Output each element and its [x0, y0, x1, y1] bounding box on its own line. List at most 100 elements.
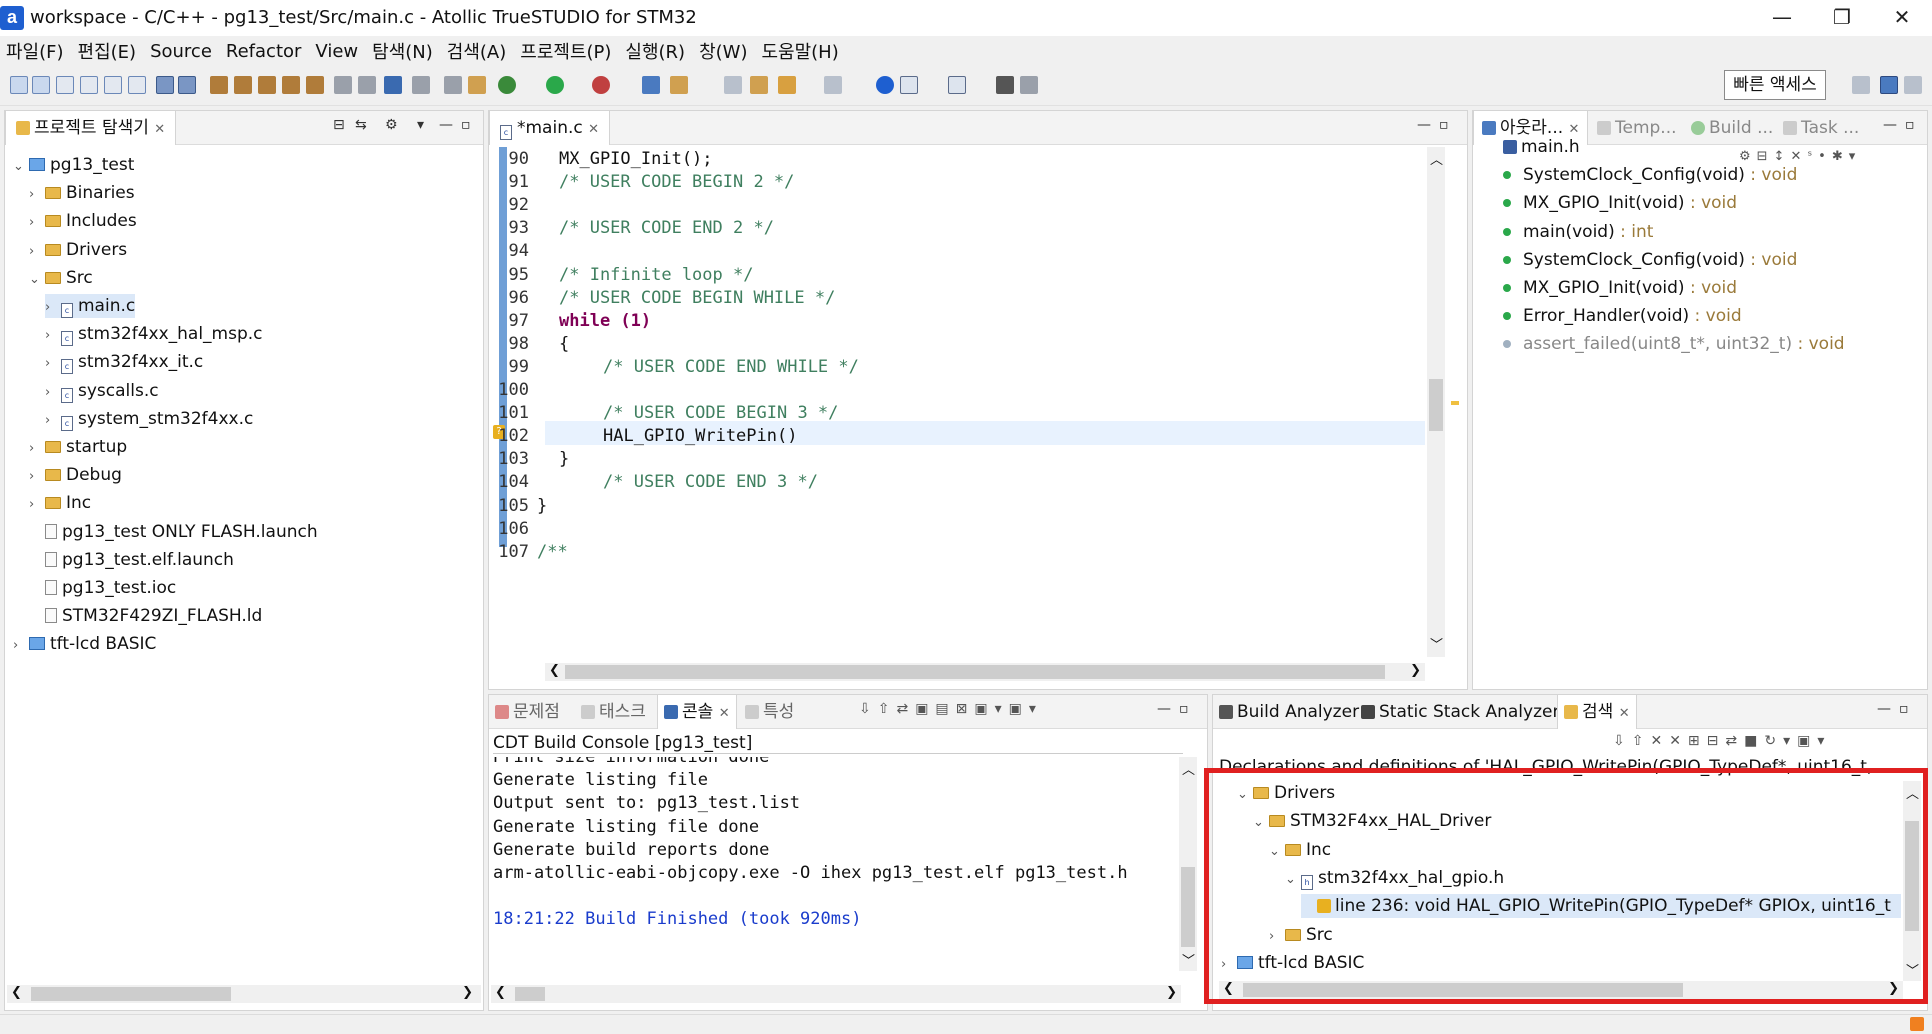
outline-item[interactable]: main.h — [1503, 135, 1580, 159]
console-vscrollbar[interactable]: ︿ ﹀ — [1179, 757, 1197, 971]
console-output[interactable]: Print size information done Generate list… — [489, 757, 1179, 967]
toggle-comment-icon[interactable] — [444, 76, 462, 94]
tab-templates[interactable]: Temp... — [1597, 111, 1677, 145]
new-header-icon[interactable] — [56, 76, 74, 94]
tree-item-stm32f429zi-flash-ld[interactable]: STM32F429ZI_FLASH.ld — [29, 604, 262, 628]
tree-item-src[interactable]: ⌄ Src — [29, 266, 93, 290]
tab-static-stack-analyzer[interactable]: Static Stack Analyzer — [1361, 695, 1559, 729]
outline-item[interactable]: Error_Handler(void) : void — [1503, 304, 1742, 328]
menu-edit[interactable]: 편집(E) — [78, 38, 137, 64]
chevron-icon[interactable]: › — [29, 493, 45, 517]
console-icon[interactable] — [384, 76, 402, 94]
minimize-button[interactable]: — — [1752, 0, 1812, 36]
minimize-icon[interactable]: — — [1877, 701, 1891, 717]
chevron-icon[interactable]: ⌄ — [29, 268, 45, 292]
tab-tasks[interactable]: 태스크 — [581, 695, 646, 729]
new-source-icon[interactable] — [32, 76, 50, 94]
search-icon[interactable] — [670, 76, 688, 94]
tab-build-targets[interactable]: Build ... — [1691, 111, 1773, 145]
chevron-icon[interactable]: › — [45, 352, 61, 376]
tree-item-pg13-test-ioc[interactable]: pg13_test.ioc — [29, 576, 176, 600]
tree-item-binaries[interactable]: › Binaries — [29, 181, 135, 205]
fullscreen-icon[interactable] — [996, 76, 1014, 94]
window-icon[interactable] — [900, 76, 918, 94]
tree-item-pg13-test[interactable]: ⌄ pg13_test — [13, 153, 134, 177]
notification-icon[interactable] — [1910, 1017, 1924, 1031]
link-editor-icon[interactable]: ⇆ — [355, 117, 367, 133]
tree-item-includes[interactable]: › Includes — [29, 209, 137, 233]
menu-file[interactable]: 파일(F) — [6, 38, 64, 64]
tree-item-drivers[interactable]: › Drivers — [29, 238, 127, 262]
collapse-all-icon[interactable]: ⊟ — [333, 117, 345, 133]
outline-item[interactable]: MX_GPIO_Init(void) : void — [1503, 276, 1737, 300]
tab-build-analyzer[interactable]: Build Analyzer — [1219, 695, 1359, 729]
build-icon[interactable] — [210, 76, 228, 94]
console-toolbar-icons[interactable]: ⇩⇧⇄▣▤⊠▣▾▣▾ — [859, 701, 1159, 721]
navigate-icon[interactable] — [724, 76, 742, 94]
rebuild-icon[interactable] — [258, 76, 276, 94]
info-icon[interactable] — [876, 76, 894, 94]
minimize-icon[interactable]: — — [1883, 117, 1897, 133]
search-toolbar-icons[interactable]: ⇩⇧✕✕⊞⊟⇄■↻▾▣▾ — [1613, 733, 1913, 753]
tree-item-syscalls-c[interactable]: › c syscalls.c — [45, 379, 159, 403]
outline-item[interactable]: main(void) : int — [1503, 220, 1653, 244]
tab-tasks[interactable]: Task ... — [1783, 111, 1859, 145]
editor-hscrollbar[interactable]: ❮ ❯ — [545, 663, 1425, 681]
tab-problems[interactable]: 문제점 — [495, 695, 560, 729]
chevron-icon[interactable]: › — [29, 211, 45, 235]
menu-project[interactable]: 프로젝트(P) — [520, 38, 611, 64]
close-button[interactable]: ✕ — [1872, 0, 1932, 36]
filter-icon[interactable]: ⚙ — [385, 117, 398, 133]
menu-navigate[interactable]: 탐색(N) — [372, 38, 433, 64]
tree-item-pg13-test-elf-launch[interactable]: pg13_test.elf.launch — [29, 548, 234, 572]
save-all-icon[interactable] — [178, 76, 196, 94]
build-config-icon[interactable] — [306, 76, 324, 94]
maximize-icon[interactable]: ▫ — [1439, 117, 1449, 133]
cpp-perspective-icon[interactable] — [1880, 76, 1898, 94]
open-perspective-icon[interactable] — [1852, 76, 1870, 94]
menu-run[interactable]: 실행(R) — [625, 38, 685, 64]
tree-item-pg13-test-only-flash-launch[interactable]: pg13_test ONLY FLASH.launch — [29, 520, 318, 544]
tab-console[interactable]: 콘솔 ✕ — [657, 695, 737, 729]
menu-window[interactable]: 창(W) — [699, 38, 747, 64]
run-icon[interactable] — [546, 76, 564, 94]
mark-icon[interactable] — [412, 76, 430, 94]
tree-item-stm32f4xx-it-c[interactable]: › c stm32f4xx_it.c — [45, 350, 203, 376]
maximize-button[interactable]: ❐ — [1812, 0, 1872, 36]
chevron-icon[interactable]: ⌄ — [13, 155, 29, 179]
debug-icon[interactable] — [498, 76, 516, 94]
chevron-icon[interactable]: › — [45, 296, 61, 320]
table-icon[interactable] — [948, 76, 966, 94]
console-hscrollbar[interactable]: ❮ ❯ — [491, 985, 1181, 1003]
menu-refactor[interactable]: Refactor — [226, 41, 302, 62]
tab-search[interactable]: 검색 ✕ — [1557, 695, 1637, 729]
minimize-icon[interactable]: — — [1417, 117, 1431, 133]
outline-item[interactable]: SystemClock_Config(void) : void — [1503, 248, 1797, 272]
build-all-icon[interactable] — [234, 76, 252, 94]
outline-item[interactable]: SystemClock_Config(void) : void — [1503, 163, 1797, 187]
editor-vscrollbar[interactable]: ︿ ﹀ — [1427, 147, 1445, 657]
chevron-icon[interactable]: › — [45, 409, 61, 433]
menu-search[interactable]: 검색(A) — [447, 38, 506, 64]
minimize-icon[interactable]: — — [1157, 701, 1171, 717]
clean-icon[interactable] — [282, 76, 300, 94]
tree-item-stm32f4xx-hal-msp-c[interactable]: › c stm32f4xx_hal_msp.c — [45, 322, 263, 347]
explorer-hscrollbar[interactable]: ❮ ❯ — [7, 985, 481, 1003]
new-file-icon[interactable] — [10, 76, 28, 94]
maximize-icon[interactable]: ▫ — [461, 117, 471, 133]
tree-item-debug[interactable]: › Debug — [29, 463, 122, 487]
chevron-icon[interactable]: › — [29, 465, 45, 489]
maximize-icon[interactable]: ▫ — [1905, 117, 1915, 133]
run-external-icon[interactable] — [592, 76, 610, 94]
new-folder-icon[interactable] — [104, 76, 122, 94]
tree-item-inc[interactable]: › Inc — [29, 491, 91, 515]
annotation-icon[interactable] — [750, 76, 768, 94]
tab-main-c[interactable]: c *main.c ✕ — [489, 111, 611, 145]
new-class-icon[interactable] — [80, 76, 98, 94]
forward-icon[interactable] — [824, 76, 842, 94]
exit-icon[interactable] — [1020, 76, 1038, 94]
tree-item-system-stm32f4xx-c[interactable]: › c system_stm32f4xx.c — [45, 407, 253, 431]
chevron-icon[interactable]: › — [29, 240, 45, 264]
quick-access-field[interactable]: 빠른 액세스 — [1724, 70, 1826, 100]
debug-perspective-icon[interactable] — [1904, 76, 1922, 94]
